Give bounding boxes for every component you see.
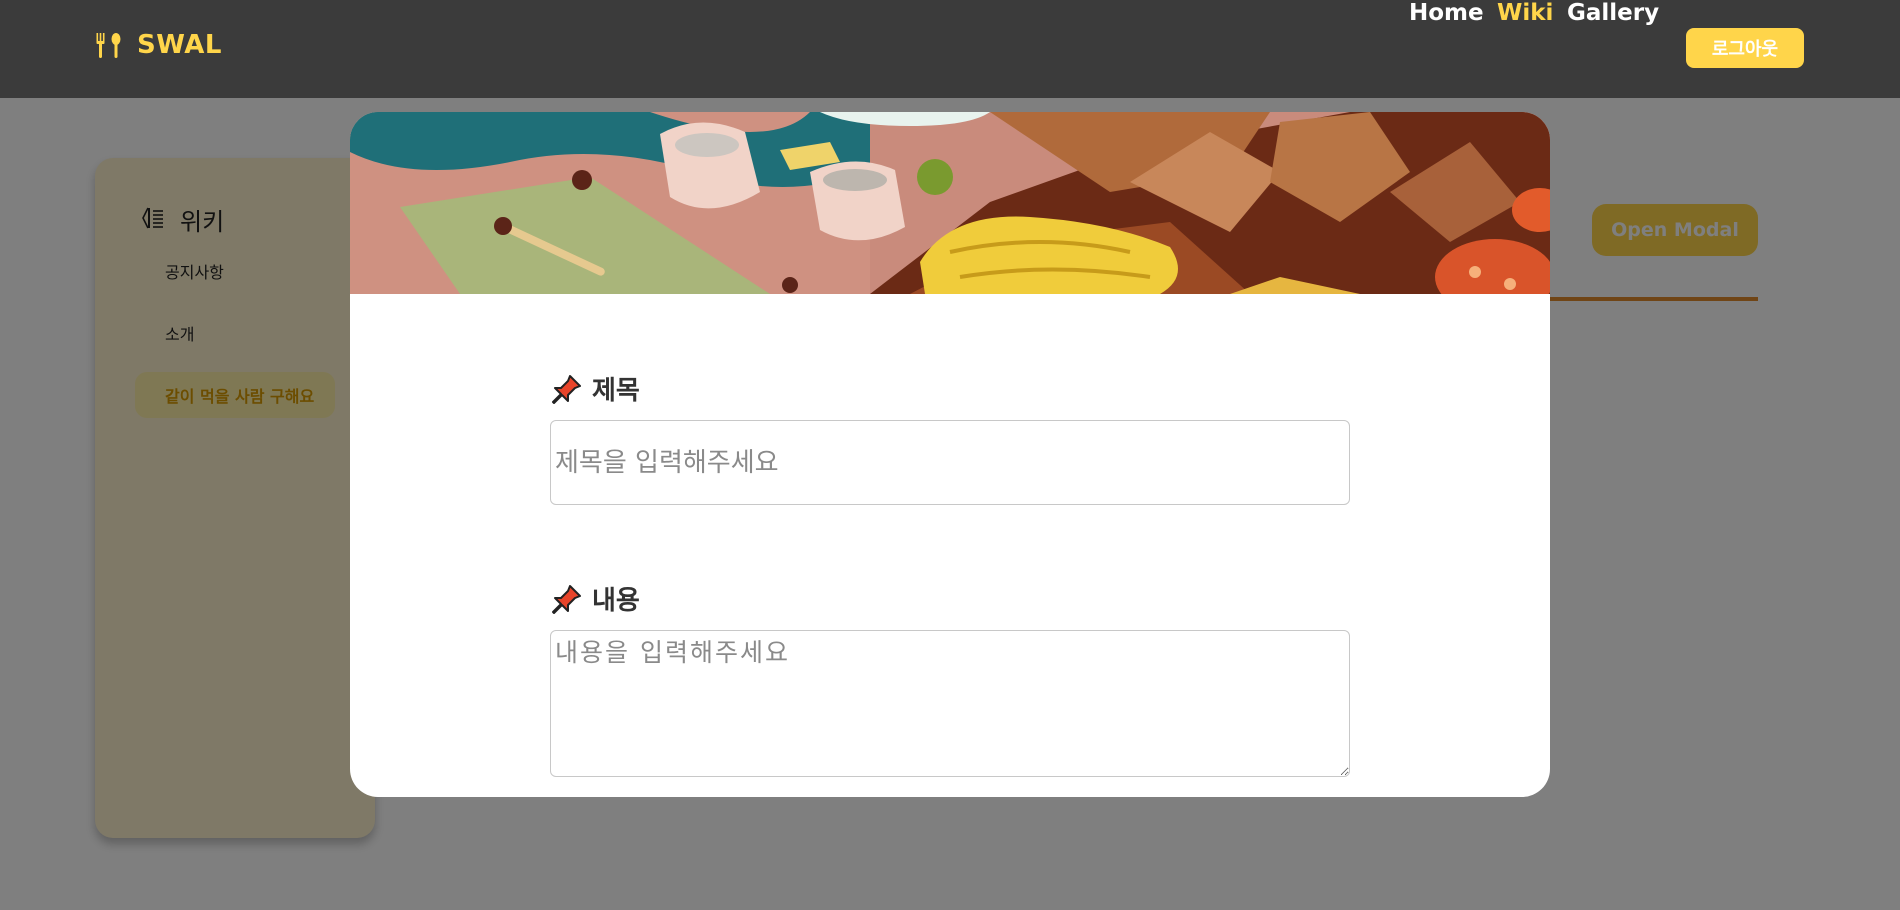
nav-gallery-link[interactable]: Gallery	[1567, 0, 1659, 26]
content-label-text: 내용	[592, 586, 640, 616]
title-input[interactable]	[550, 420, 1350, 505]
nav-wiki-link[interactable]: Wiki	[1497, 0, 1553, 26]
content-textarea[interactable]	[550, 630, 1350, 777]
logout-button[interactable]: 로그아웃	[1686, 28, 1804, 68]
title-field-label: 제목	[550, 370, 640, 407]
write-post-modal: 제목 내용	[350, 112, 1550, 797]
top-navbar: SWAL Home Wiki Gallery 로그아웃	[0, 0, 1900, 98]
pushpin-icon	[550, 582, 584, 616]
modal-banner-image	[350, 112, 1550, 294]
title-label-text: 제목	[592, 376, 640, 406]
pushpin-icon	[550, 372, 584, 406]
fork-spoon-icon	[95, 30, 125, 60]
brand-name: SWAL	[137, 30, 222, 60]
brand[interactable]: SWAL	[95, 30, 222, 60]
nav-home-link[interactable]: Home	[1409, 0, 1484, 26]
content-field-label: 내용	[550, 580, 640, 617]
